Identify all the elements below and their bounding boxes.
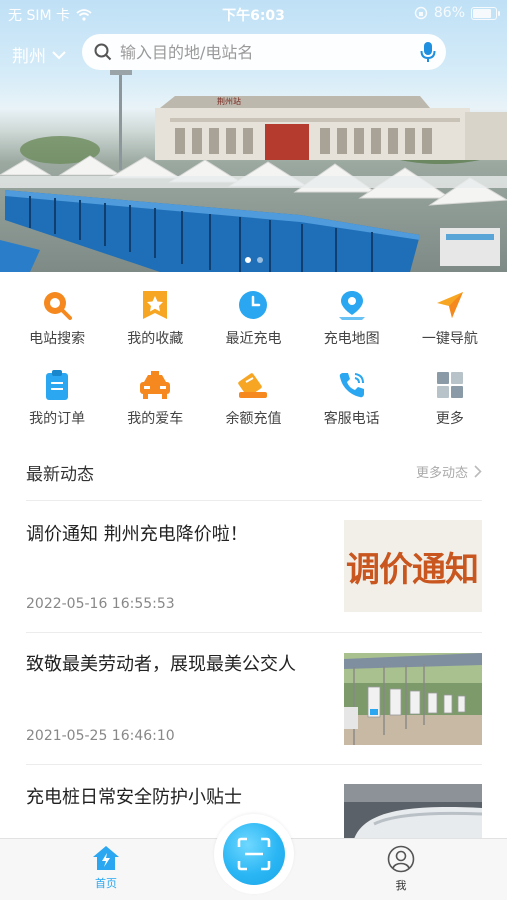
thumbnail-caption: 调价通知 xyxy=(346,549,479,590)
phone-icon xyxy=(339,373,364,398)
news-item-date: 2021-05-25 16:46:10 xyxy=(26,728,175,744)
action-navigate[interactable]: 一键导航 xyxy=(401,282,499,348)
city-label: 荆州 xyxy=(12,47,46,67)
action-label: 我的订单 xyxy=(29,411,86,427)
news-thumbnail xyxy=(344,653,482,745)
action-service-phone[interactable]: 客服电话 xyxy=(303,362,401,428)
battery-icon xyxy=(471,6,500,20)
map-pin-icon xyxy=(338,291,365,320)
station-sign: 荆州站 xyxy=(217,96,241,106)
news-thumbnail xyxy=(344,784,482,839)
battery-percent: 86% xyxy=(433,5,465,21)
favorite-icon xyxy=(143,291,168,319)
pager-dot-active[interactable] xyxy=(244,257,251,263)
chevron-right-icon xyxy=(474,465,482,478)
action-label: 客服电话 xyxy=(323,411,380,427)
tab-me[interactable]: 我 xyxy=(361,845,441,893)
news-header: 最新动态 更多动态 xyxy=(26,460,482,485)
action-label: 最近充电 xyxy=(225,331,282,347)
action-favorites[interactable]: 我的收藏 xyxy=(106,282,204,348)
action-my-orders[interactable]: 我的订单 xyxy=(8,362,106,428)
news-item[interactable]: 调价通知 荆州充电降价啦！ 2022-05-16 16:55:53 调价通知 xyxy=(26,520,482,620)
news-item-title: 调价通知 荆州充电降价啦！ xyxy=(26,524,248,545)
divider xyxy=(26,632,482,633)
orientation-lock-icon xyxy=(414,6,428,20)
action-label: 我的收藏 xyxy=(127,331,184,347)
city-selector[interactable]: 荆州 xyxy=(12,42,66,67)
action-label: 我的爱车 xyxy=(127,411,184,427)
news-item-date: 2022-05-16 16:55:53 xyxy=(26,596,175,612)
more-news-link[interactable]: 更多动态 xyxy=(416,462,482,481)
recharge-icon xyxy=(238,373,268,398)
news-item-title: 致敬最美劳动者，展现最美公交人 xyxy=(26,654,296,675)
banner-pager xyxy=(0,257,507,263)
user-icon xyxy=(387,845,415,873)
tab-home[interactable]: 首页 xyxy=(66,845,146,891)
news-item[interactable]: 致敬最美劳动者，展现最美公交人 2021-05-25 16:46:10 xyxy=(26,650,482,750)
station-search-icon xyxy=(44,292,73,320)
action-label: 充电地图 xyxy=(323,331,380,347)
car-icon xyxy=(140,371,171,399)
more-grid-icon xyxy=(436,372,463,398)
action-more[interactable]: 更多 xyxy=(401,362,499,428)
action-label: 一键导航 xyxy=(421,331,478,347)
charging-car-photo xyxy=(344,784,482,839)
tab-me-label: 我 xyxy=(395,879,407,892)
more-news-label: 更多动态 xyxy=(415,466,468,481)
order-icon xyxy=(46,370,69,400)
clock-icon xyxy=(239,291,268,319)
tab-home-label: 首页 xyxy=(95,877,117,890)
news-section-title: 最新动态 xyxy=(26,465,94,485)
divider xyxy=(26,764,482,765)
status-bar: 无 SIM 卡 下午6:03 86% xyxy=(0,0,507,28)
scan-qr-icon xyxy=(237,837,271,871)
pager-dot[interactable] xyxy=(256,257,263,263)
action-label: 更多 xyxy=(435,411,464,427)
charging-station-photo xyxy=(344,653,482,745)
quick-actions-grid: 电站搜索 我的收藏 最近充电 充电地图 一键导航 我的订单 我的爱车 余额充值 … xyxy=(8,282,499,428)
action-recent-charge[interactable]: 最近充电 xyxy=(204,282,302,348)
search-input[interactable] xyxy=(120,42,410,62)
microphone-icon[interactable] xyxy=(420,41,436,63)
action-charge-map[interactable]: 充电地图 xyxy=(303,282,401,348)
action-station-search[interactable]: 电站搜索 xyxy=(8,282,106,348)
divider xyxy=(26,500,482,501)
search-icon xyxy=(94,43,112,61)
action-label: 余额充值 xyxy=(225,411,282,427)
action-label: 电站搜索 xyxy=(29,331,86,347)
home-icon xyxy=(93,846,119,870)
action-recharge[interactable]: 余额充值 xyxy=(204,362,302,428)
search-bar[interactable] xyxy=(82,34,446,70)
navigate-icon xyxy=(436,292,463,318)
action-my-car[interactable]: 我的爱车 xyxy=(106,362,204,428)
chevron-down-icon xyxy=(52,50,66,59)
scan-button[interactable] xyxy=(223,823,285,885)
news-thumbnail: 调价通知 xyxy=(344,520,482,612)
news-item-title: 充电桩日常安全防护小贴士 xyxy=(26,787,242,808)
